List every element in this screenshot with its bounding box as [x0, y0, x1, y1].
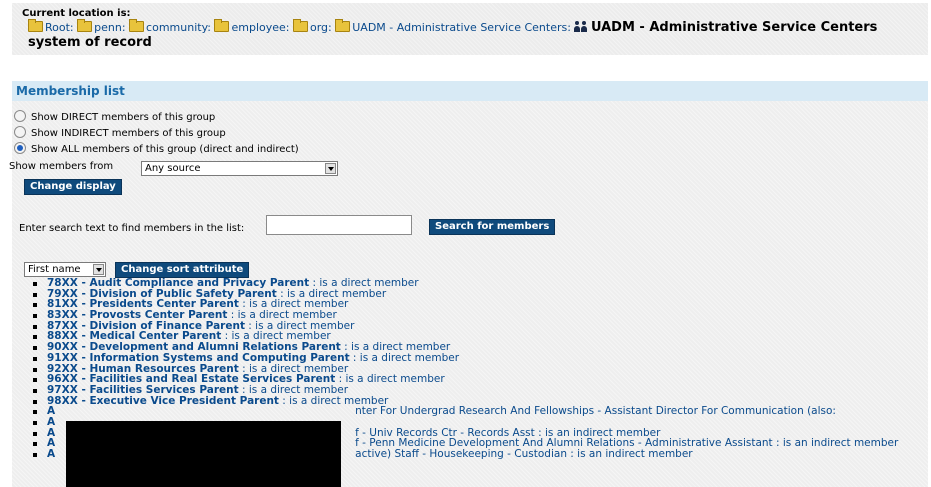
folder-icon [28, 19, 43, 32]
panel-title: Membership list [16, 84, 125, 98]
member-status: : is a direct member [349, 351, 460, 364]
breadcrumb-org[interactable]: org: [293, 19, 332, 34]
list-item: Anter For Undergrad Research And Fellows… [33, 406, 898, 417]
folder-icon [77, 19, 93, 32]
breadcrumb-uadm[interactable]: UADM - Administrative Service Centers: [335, 19, 571, 34]
change-display-button[interactable]: Change display [24, 179, 122, 195]
redaction-block [66, 421, 341, 487]
radio-indirect-label: Show INDIRECT members of this group [31, 128, 226, 139]
folder-icon [129, 19, 145, 32]
search-members-button[interactable]: Search for members [429, 219, 556, 235]
breadcrumb: Root: penn: community: employee: org: UA… [28, 19, 922, 50]
breadcrumb-community[interactable]: community: [129, 19, 211, 34]
current-location-box: Current location is: Root: penn: communi… [12, 3, 928, 55]
folder-icon [293, 19, 308, 32]
folder-icon [214, 19, 230, 32]
member-name-link[interactable]: A [47, 448, 55, 460]
search-input[interactable] [266, 215, 412, 235]
radio-direct-members[interactable]: Show DIRECT members of this group [14, 110, 215, 124]
radio-all-members[interactable]: Show ALL members of this group (direct a… [14, 142, 299, 156]
radio-all-label: Show ALL members of this group (direct a… [31, 144, 299, 155]
radio-indirect-members[interactable]: Show INDIRECT members of this group [14, 126, 226, 140]
radio-button[interactable] [14, 126, 26, 138]
source-select-value: Any source [145, 163, 201, 174]
sort-attribute-select[interactable]: First name [24, 262, 106, 277]
change-sort-button[interactable]: Change sort attribute [115, 262, 250, 278]
dropdown-arrow-icon[interactable] [93, 264, 104, 275]
member-status: : is a direct member [335, 373, 445, 386]
source-select[interactable]: Any source [141, 161, 338, 176]
radio-button-selected[interactable] [14, 142, 26, 154]
search-label: Enter search text to find members in the… [19, 223, 245, 234]
dropdown-arrow-icon[interactable] [325, 163, 336, 174]
group-icon [573, 21, 589, 32]
breadcrumb-root[interactable]: Root: [28, 19, 74, 34]
member-status: nter For Undergrad Research And Fellowsh… [355, 405, 836, 418]
panel-header: Membership list [12, 81, 928, 101]
show-members-from-label: Show members from [9, 161, 114, 172]
folder-icon [335, 19, 351, 32]
breadcrumb-employee[interactable]: employee: [214, 19, 290, 34]
current-location-label: Current location is: [22, 8, 131, 19]
radio-direct-label: Show DIRECT members of this group [31, 112, 216, 123]
sort-select-value: First name [28, 264, 81, 275]
breadcrumb-penn[interactable]: penn: [77, 19, 126, 34]
radio-button[interactable] [14, 110, 26, 122]
